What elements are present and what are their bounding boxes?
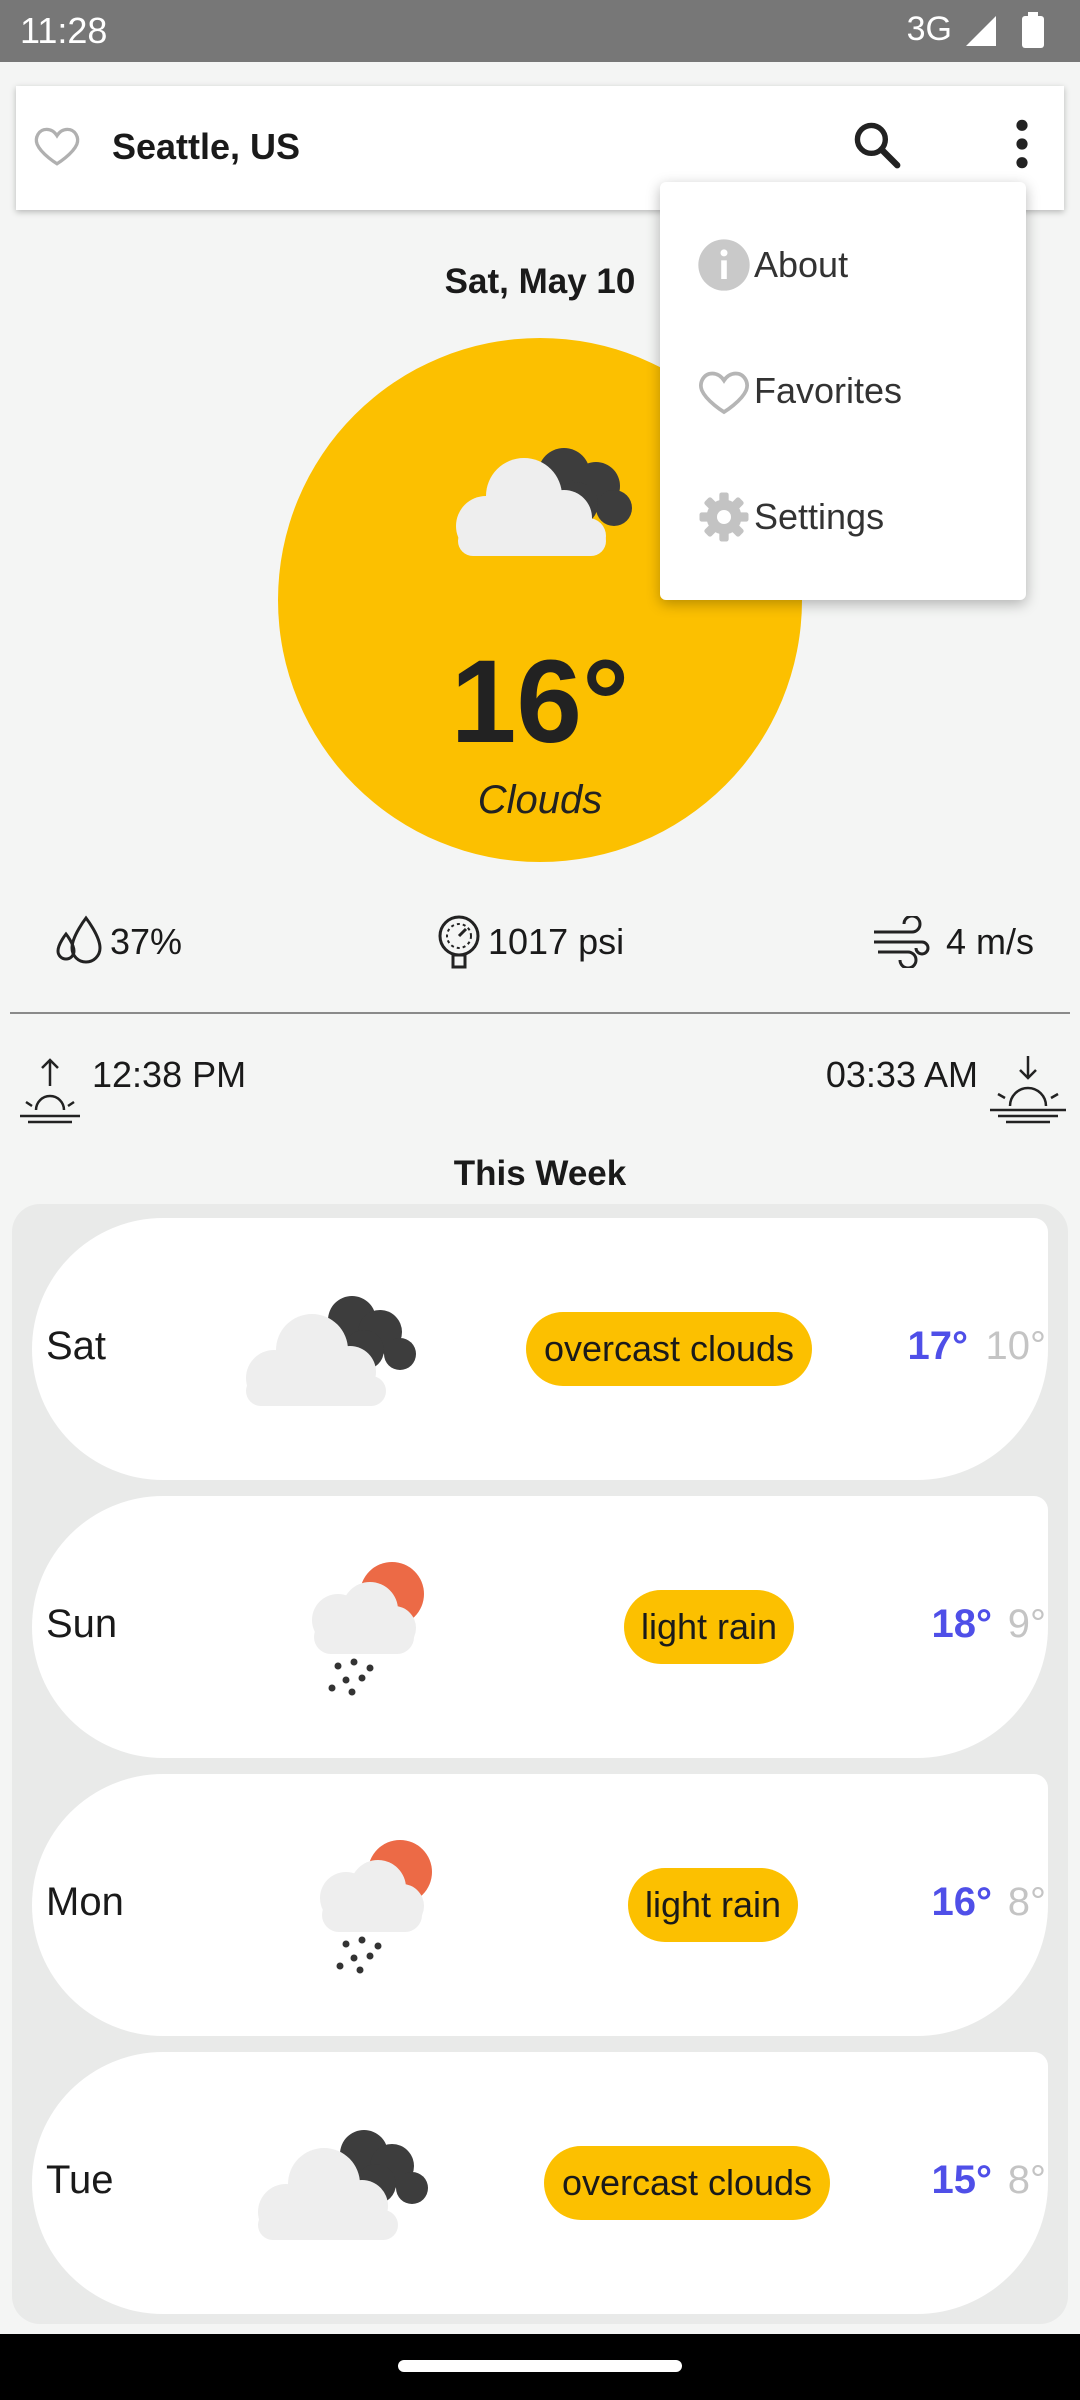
sunset-info: 03:33 AM — [826, 1054, 1068, 1126]
network-type: 3G — [906, 10, 952, 48]
forecast-row-tue[interactable]: Tue overcast clouds 15° 8° — [32, 2052, 1048, 2314]
week-title: This Week — [453, 1154, 627, 1193]
current-temperature: 16° — [450, 636, 630, 768]
clouds-icon — [456, 448, 632, 556]
forecast-high: 15° — [931, 2158, 993, 2202]
rain-sun-icon — [320, 1840, 432, 1974]
forecast-low: 10° — [985, 1324, 1047, 1368]
navigation-bar — [0, 2334, 1080, 2400]
forecast-day: Sat — [46, 1324, 107, 1368]
status-bar: 11:28 3G — [0, 0, 1080, 62]
signal-icon — [966, 16, 996, 46]
status-time: 11:28 — [20, 10, 108, 51]
menu-item-label: Favorites — [754, 370, 903, 411]
forecast-row-mon[interactable]: Mon light rain 16° 8° — [32, 1774, 1048, 2036]
forecast-day: Tue — [46, 2158, 114, 2202]
battery-icon — [1022, 12, 1044, 48]
forecast-row-sat[interactable]: Sat overcast clouds 17° 10° — [32, 1218, 1048, 1480]
forecast-desc-badge: light rain — [628, 1868, 798, 1942]
forecast-desc-badge: overcast clouds — [544, 2146, 830, 2220]
current-condition: Clouds — [477, 778, 603, 822]
sunset-time: 03:33 AM — [825, 1054, 978, 1095]
forecast-high: 16° — [931, 1880, 993, 1924]
humidity-stat: 37% — [54, 912, 182, 972]
pressure-stat: 1017 psi — [434, 912, 624, 972]
humidity-value: 37% — [110, 921, 183, 962]
wind-stat: 4 m/s — [872, 912, 1034, 972]
info-icon — [698, 239, 750, 291]
more-options-icon[interactable] — [1000, 116, 1044, 172]
forecast-high: 18° — [931, 1602, 993, 1646]
forecast-low: 8° — [1007, 1880, 1046, 1924]
overcast-cloud-icon — [246, 1296, 416, 1406]
wind-icon — [873, 916, 930, 968]
forecast-row-sun[interactable]: Sun light rain 18° 9° — [32, 1496, 1048, 1758]
home-gesture-handle[interactable] — [398, 2360, 682, 2372]
favorite-heart-icon[interactable] — [32, 120, 82, 170]
forecast-day: Sun — [46, 1602, 118, 1646]
humidity-icon — [56, 915, 102, 964]
pressure-gauge-icon — [438, 915, 480, 969]
forecast-low: 9° — [1007, 1602, 1046, 1646]
menu-item-about[interactable]: About — [696, 230, 848, 300]
sunset-icon — [990, 1056, 1066, 1124]
pressure-value: 1017 psi — [488, 921, 625, 962]
city-title: Seattle, US — [112, 126, 301, 167]
rain-sun-icon — [312, 1562, 424, 1696]
heart-icon — [699, 371, 749, 415]
sunrise-icon — [20, 1058, 80, 1124]
menu-item-favorites[interactable]: Favorites — [696, 356, 902, 426]
forecast-desc-badge: overcast clouds — [526, 1312, 812, 1386]
forecast-desc-badge: light rain — [624, 1590, 794, 1664]
overcast-cloud-icon — [258, 2130, 428, 2240]
menu-item-settings[interactable]: Settings — [696, 482, 884, 552]
divider — [10, 1012, 1070, 1014]
search-icon[interactable] — [850, 118, 904, 172]
sunrise-info: 12:38 PM — [18, 1054, 246, 1126]
forecast-high: 17° — [907, 1324, 969, 1368]
menu-item-label: About — [754, 244, 849, 285]
gear-icon — [699, 492, 749, 542]
forecast-list: Sat overcast clouds 17° 10° Sun light ra… — [12, 1204, 1068, 2324]
forecast-day: Mon — [46, 1880, 124, 1924]
menu-item-label: Settings — [754, 496, 885, 537]
forecast-low: 8° — [1007, 2158, 1046, 2202]
overflow-menu: About Favorites Settings — [660, 182, 1026, 600]
wind-value: 4 m/s — [945, 921, 1034, 962]
sunrise-time: 12:38 PM — [92, 1054, 247, 1095]
